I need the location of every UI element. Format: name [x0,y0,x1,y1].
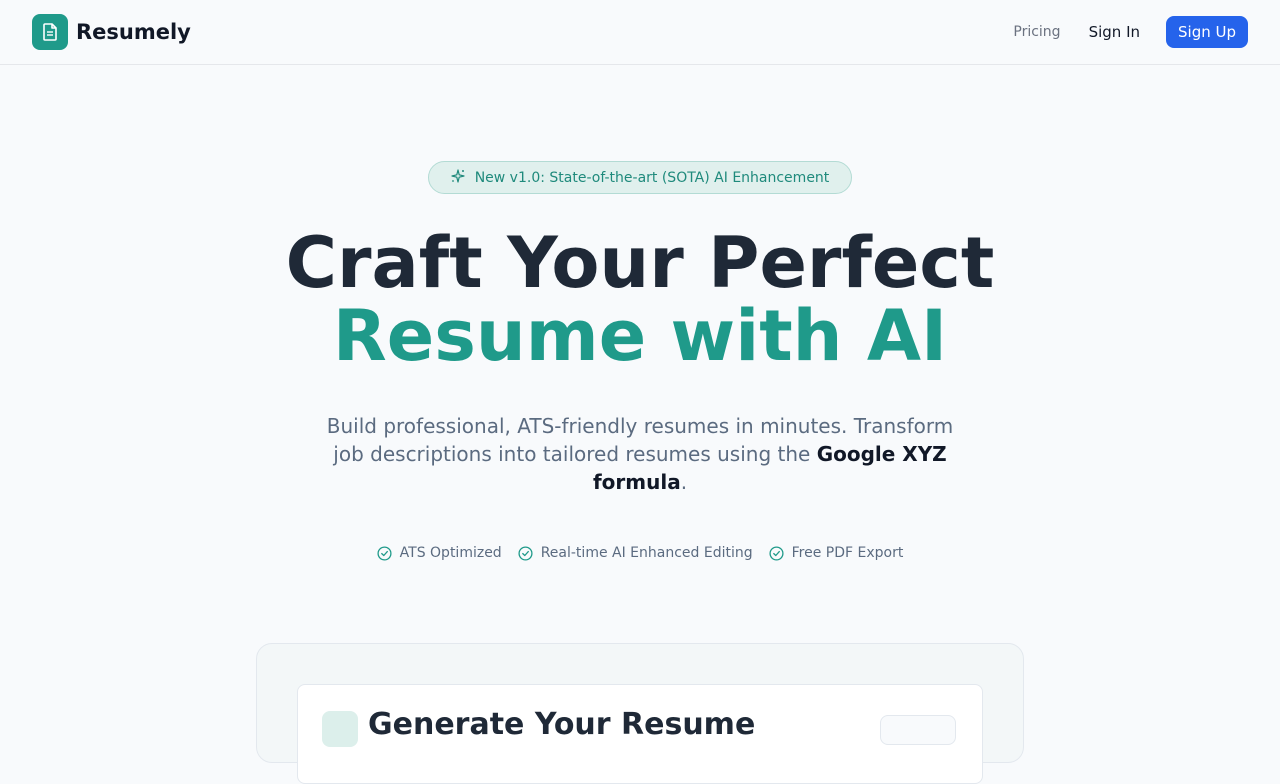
preview-panel: Generate Your Resume [256,643,1024,784]
document-icon [32,14,68,50]
headline-line-1: Craft Your Perfect [285,222,995,304]
brand-name: Resumely [76,20,191,44]
feature-item: Free PDF Export [769,545,904,561]
preview-title: Generate Your Resume [368,707,756,742]
check-circle-icon [518,545,533,561]
sparkles-icon [451,168,465,187]
feature-label: Real-time AI Enhanced Editing [540,545,753,561]
feature-item: Real-time AI Enhanced Editing [518,545,753,561]
feature-item: ATS Optimized [377,545,502,561]
check-circle-icon [769,545,784,561]
subtitle-end: . [680,470,688,494]
feature-label: ATS Optimized [399,545,502,561]
feature-list: ATS Optimized Real-time AI Enhanced Edit… [0,542,1280,564]
navbar: Resumely Pricing Sign In Sign Up [0,0,1280,65]
preview-card: Generate Your Resume [297,684,983,784]
sign-up-button[interactable]: Sign Up [1166,16,1248,48]
sparkles-icon [322,711,358,747]
nav-links: Pricing Sign In Sign Up [1013,16,1248,48]
headline-line-2: Resume with AI [332,295,948,377]
sign-in-link[interactable]: Sign In [1089,23,1140,41]
pricing-link[interactable]: Pricing [1013,24,1060,40]
feature-label: Free PDF Export [791,545,904,561]
announcement-badge: New v1.0: State-of-the-art (SOTA) AI Enh… [428,161,852,194]
check-circle-icon [377,545,392,561]
badge-text: New v1.0: State-of-the-art (SOTA) AI Enh… [474,169,830,186]
hero-subtitle: Build professional, ATS-friendly resumes… [310,412,970,496]
brand[interactable]: Resumely [32,14,191,50]
